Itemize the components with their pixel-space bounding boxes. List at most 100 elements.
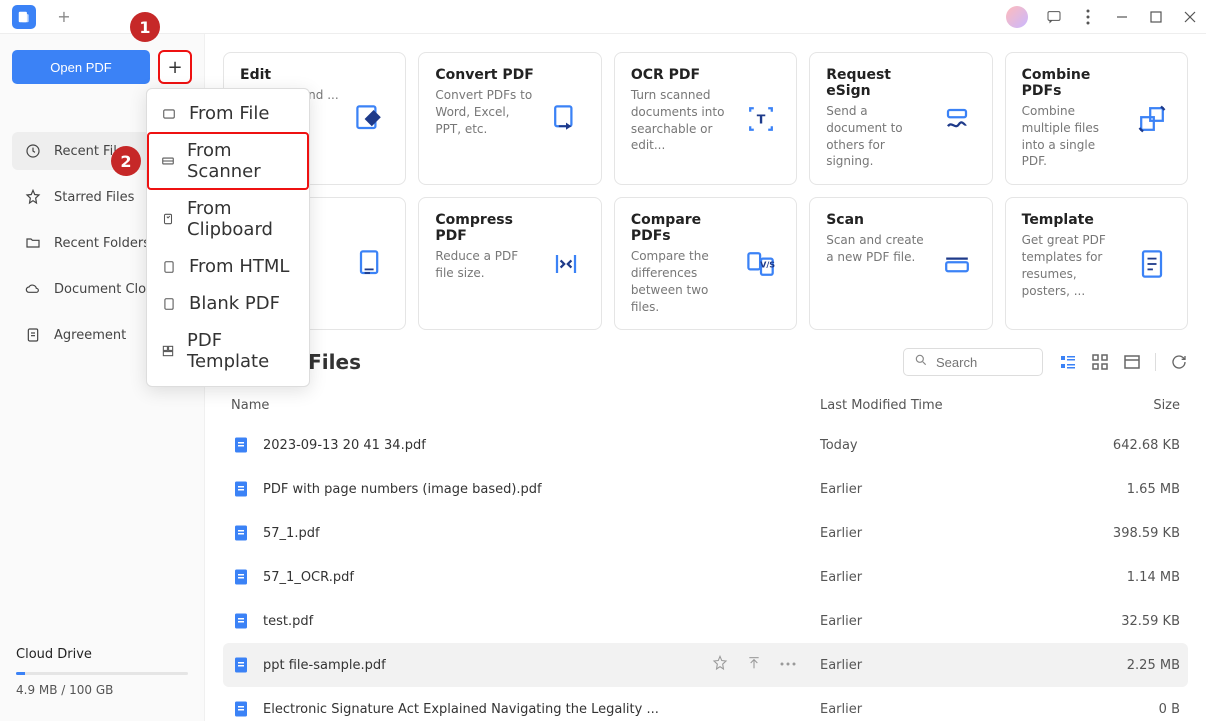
menu-item-label: From Scanner (187, 140, 295, 182)
file-size: 32.59 KB (1070, 614, 1180, 629)
maximize-icon[interactable] (1148, 9, 1164, 25)
new-tab-button[interactable]: + (54, 7, 74, 27)
card-title: Combine PDFs (1022, 67, 1121, 99)
upload-action-icon[interactable] (746, 655, 762, 675)
main-panel: EditEdit texts and ... Convert PDFConver… (205, 34, 1206, 721)
list-view-icon[interactable] (1059, 353, 1077, 371)
file-size: 398.59 KB (1070, 526, 1180, 541)
pdf-icon (231, 699, 251, 719)
file-time: Today (820, 438, 1070, 453)
cloud-drive-footer: Cloud Drive 4.9 MB / 100 GB (12, 639, 192, 705)
user-avatar[interactable] (1006, 6, 1028, 28)
file-row[interactable]: test.pdf Earlier 32.59 KB (223, 599, 1188, 643)
file-time: Earlier (820, 482, 1070, 497)
card-ocr[interactable]: OCR PDF Turn scanned documents into searc… (614, 52, 797, 185)
col-time: Last Modified Time (820, 398, 1070, 413)
card-title: OCR PDF (631, 67, 730, 83)
search-icon (914, 353, 928, 371)
file-row[interactable]: 57_1.pdf Earlier 398.59 KB (223, 511, 1188, 555)
col-size: Size (1070, 398, 1180, 413)
blank-icon (161, 296, 177, 312)
html-icon (161, 259, 177, 275)
sidebar-item-label: Agreement (54, 328, 126, 343)
search-box[interactable] (903, 348, 1043, 376)
card-compress[interactable]: Compress PDFReduce a PDF file size. (418, 197, 601, 330)
chat-icon[interactable] (1046, 9, 1062, 25)
create-menu: From File 2 From Scanner From Clipboard … (146, 88, 310, 387)
template-icon (1133, 245, 1171, 283)
card-desc: Turn scanned documents into searchable o… (631, 87, 730, 154)
refresh-icon[interactable] (1170, 353, 1188, 371)
menu-from-file[interactable]: From File (147, 95, 309, 132)
menu-pdf-template[interactable]: PDF Template (147, 322, 309, 380)
compress-icon (547, 245, 585, 283)
card-desc: Combine multiple files into a single PDF… (1022, 103, 1121, 170)
card-template[interactable]: TemplateGet great PDF templates for resu… (1005, 197, 1188, 330)
pdf-icon (231, 567, 251, 587)
pdf-icon (231, 435, 251, 455)
menu-blank-pdf[interactable]: Blank PDF (147, 285, 309, 322)
file-name: 2023-09-13 20 41 34.pdf (263, 438, 820, 453)
file-row[interactable]: ppt file-sample.pdf Earlier 2.25 MB (223, 643, 1188, 687)
file-size: 0 B (1070, 702, 1180, 717)
file-name: Electronic Signature Act Explained Navig… (263, 702, 820, 717)
compare-icon: V/S (742, 245, 780, 283)
more-action-icon[interactable] (780, 655, 796, 675)
app-tab-icon[interactable] (12, 5, 36, 29)
open-pdf-button[interactable]: Open PDF (12, 50, 150, 84)
card-combine[interactable]: Combine PDFs Combine multiple files into … (1005, 52, 1188, 185)
grid-view-icon[interactable] (1091, 353, 1109, 371)
file-list: 2023-09-13 20 41 34.pdf Today 642.68 KB … (223, 423, 1188, 721)
close-icon[interactable] (1182, 9, 1198, 25)
file-name: 57_1.pdf (263, 526, 820, 541)
sidebar-item-label: Recent Folders (54, 236, 150, 251)
menu-item-label: PDF Template (187, 330, 295, 372)
cloud-drive-title: Cloud Drive (16, 647, 188, 662)
callout-badge-2: 2 (111, 146, 141, 176)
star-action-icon[interactable] (712, 655, 728, 675)
card-title: Edit (240, 67, 339, 83)
card-convert[interactable]: Convert PDFConvert PDFs to Word, Excel, … (418, 52, 601, 185)
file-row[interactable]: Electronic Signature Act Explained Navig… (223, 687, 1188, 721)
card-desc: Reduce a PDF file size. (435, 248, 534, 282)
file-size: 2.25 MB (1070, 658, 1180, 673)
calendar-view-icon[interactable] (1123, 353, 1141, 371)
file-size: 1.65 MB (1070, 482, 1180, 497)
card-title: Template (1022, 212, 1121, 228)
menu-from-clipboard[interactable]: From Clipboard (147, 190, 309, 248)
file-name: ppt file-sample.pdf (263, 658, 698, 673)
clipboard-icon (161, 211, 175, 227)
file-row[interactable]: PDF with page numbers (image based).pdf … (223, 467, 1188, 511)
card-compare[interactable]: Compare PDFsCompare the differences betw… (614, 197, 797, 330)
card-desc: Scan and create a new PDF file. (826, 232, 925, 266)
menu-from-html[interactable]: From HTML (147, 248, 309, 285)
folder-icon (24, 234, 42, 252)
card-scan[interactable]: Scan Scan and create a new PDF file. (809, 197, 992, 330)
file-row[interactable]: 2023-09-13 20 41 34.pdf Today 642.68 KB (223, 423, 1188, 467)
star-icon (24, 188, 42, 206)
create-pdf-button[interactable]: + 1 From File 2 From Scanner Fro (158, 50, 192, 84)
template-icon (161, 343, 175, 359)
pdf-icon (231, 611, 251, 631)
card-title: Scan (826, 212, 925, 228)
file-row[interactable]: 57_1_OCR.pdf Earlier 1.14 MB (223, 555, 1188, 599)
card-esign[interactable]: Request eSign Send a document to others f… (809, 52, 992, 185)
svg-text:T: T (757, 111, 766, 126)
more-icon[interactable] (1080, 9, 1096, 25)
menu-item-label: Blank PDF (189, 293, 280, 314)
minimize-icon[interactable] (1114, 9, 1130, 25)
menu-from-scanner[interactable]: 2 From Scanner (147, 132, 309, 190)
file-name: test.pdf (263, 614, 820, 629)
card-desc: Compare the differences between two file… (631, 248, 730, 315)
callout-badge-1: 1 (130, 12, 160, 42)
file-icon (161, 106, 177, 122)
search-input[interactable] (936, 355, 1032, 370)
svg-text:V/S: V/S (760, 259, 775, 269)
ocr-icon: T (742, 100, 780, 138)
document-icon (24, 326, 42, 344)
card-desc: Send a document to others for signing. (826, 103, 925, 170)
storage-usage: 4.9 MB / 100 GB (16, 683, 188, 697)
card-title: Request eSign (826, 67, 925, 99)
menu-item-label: From File (189, 103, 269, 124)
storage-bar (16, 672, 188, 675)
